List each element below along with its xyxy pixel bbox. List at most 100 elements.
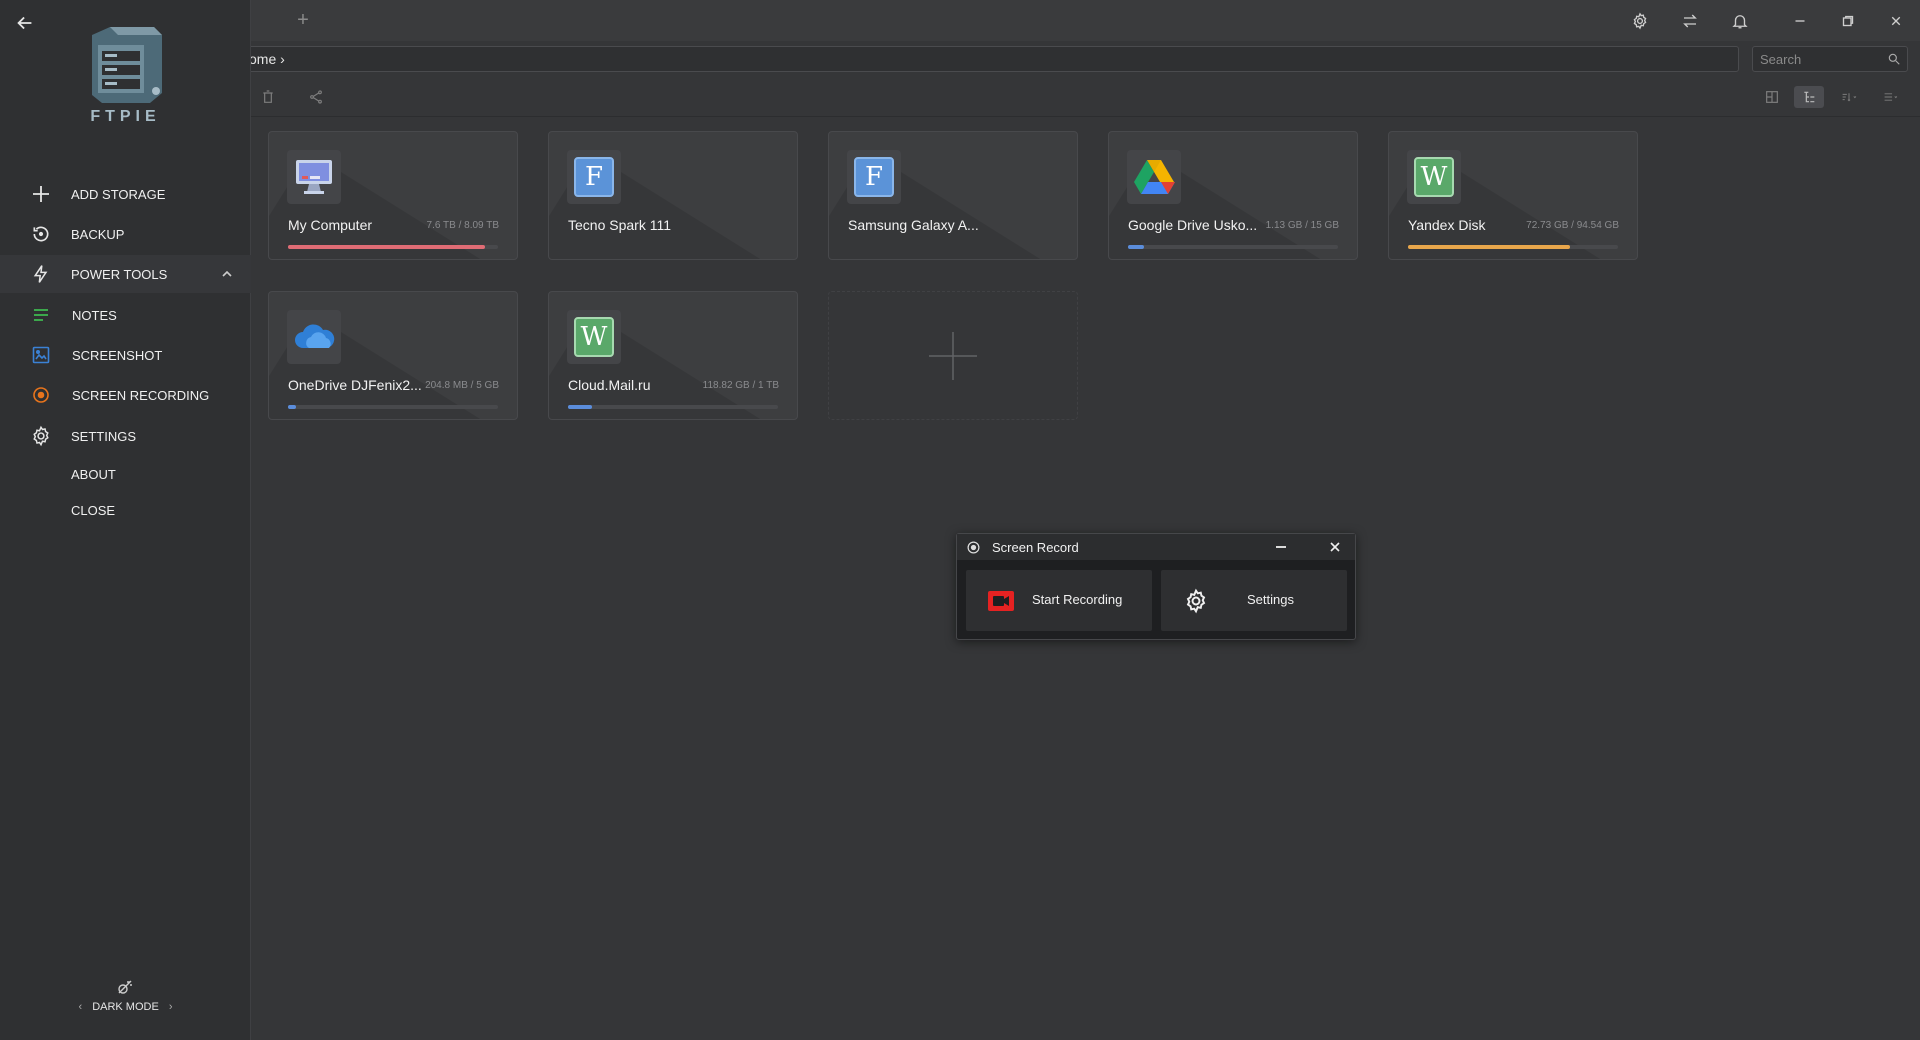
storage-card-cloud-mail[interactable]: W Cloud.Mail.ru 118.82 GB / 1 TB (548, 291, 798, 420)
start-recording-button[interactable]: Start Recording (966, 570, 1152, 631)
ftp-f-icon: F (567, 150, 621, 204)
ftpie-logo (92, 27, 162, 103)
screenshot-icon (30, 344, 52, 366)
chevron-left-icon[interactable]: ‹ (69, 1001, 93, 1013)
usage-bar-fill (568, 405, 593, 409)
usage-bar (1408, 245, 1618, 249)
storage-name: Google Drive Usko... (1128, 217, 1258, 233)
menu-about[interactable]: ABOUT (0, 455, 251, 493)
menu-label: ABOUT (71, 466, 116, 482)
record-icon (30, 384, 52, 406)
menu-screenshot[interactable]: SCREENSHOT (0, 336, 251, 374)
panel-layout-icon[interactable] (1761, 86, 1783, 108)
address-bar: ome › (0, 41, 1920, 77)
menu-label: SCREEN RECORDING (72, 387, 210, 403)
usage-bar-fill (288, 405, 297, 409)
restore-window-icon[interactable] (1835, 8, 1861, 34)
gear-icon (1186, 588, 1206, 614)
storage-size: 204.8 MB / 5 GB (425, 380, 499, 391)
menu-backup[interactable]: BACKUP (0, 215, 251, 253)
menu-label: CLOSE (71, 502, 116, 518)
storage-name: OneDrive DJFenix2... (288, 377, 422, 393)
video-camera-icon (988, 591, 1014, 611)
dark-mode-icon (118, 980, 132, 994)
usage-bar (288, 405, 498, 409)
settings-label: Settings (1247, 592, 1294, 607)
usage-bar (1128, 245, 1338, 249)
plus-icon (929, 332, 977, 380)
dialog-header: Screen Record (957, 534, 1355, 560)
add-storage-card[interactable] (828, 291, 1078, 420)
storage-size: 1.13 GB / 15 GB (1265, 220, 1339, 231)
minimize-window-icon[interactable] (1787, 8, 1813, 34)
lightning-icon (30, 263, 52, 285)
record-icon (967, 541, 980, 554)
back-arrow-icon[interactable] (14, 12, 36, 34)
notes-icon (30, 304, 52, 326)
screen-record-dialog: Screen Record Start Recording Settings (956, 533, 1356, 640)
menu-label: BACKUP (71, 226, 125, 242)
storage-name: Cloud.Mail.ru (568, 377, 651, 393)
storage-card-samsung-galaxy[interactable]: F Samsung Galaxy A... (828, 131, 1078, 260)
minimize-icon[interactable] (1273, 538, 1289, 556)
view-mode-icon[interactable] (1876, 86, 1906, 108)
sidebar: FTPIE ADD STORAGE BACKUP POWER TOOLS NOT… (0, 0, 251, 1040)
search-input[interactable] (1753, 47, 1883, 71)
breadcrumb[interactable]: ome › (242, 46, 1739, 72)
menu-settings[interactable]: SETTINGS (0, 417, 251, 455)
storage-size: 118.82 GB / 1 TB (702, 380, 779, 391)
recording-settings-button[interactable]: Settings (1161, 570, 1347, 631)
storage-card-my-computer[interactable]: My Computer 7.6 TB / 8.09 TB (268, 131, 518, 260)
menu-notes[interactable]: NOTES (0, 296, 251, 334)
usage-bar-fill (1408, 245, 1570, 249)
usage-bar (288, 245, 498, 249)
menu-add-storage[interactable]: ADD STORAGE (0, 175, 251, 213)
delete-icon[interactable] (257, 86, 279, 108)
storage-card-tecno-spark[interactable]: F Tecno Spark 111 (548, 131, 798, 260)
usage-bar (568, 405, 778, 409)
transfer-icon[interactable] (1677, 8, 1703, 34)
webdav-w-icon: W (567, 310, 621, 364)
logo-text: FTPIE (90, 108, 161, 125)
google-drive-icon (1127, 150, 1181, 204)
storage-name: Yandex Disk (1408, 217, 1486, 233)
notification-bell-icon[interactable] (1727, 8, 1753, 34)
storage-size: 7.6 TB / 8.09 TB (426, 220, 499, 231)
tree-view-icon[interactable] (1794, 86, 1824, 108)
plus-icon (30, 183, 52, 205)
usage-bar-fill (288, 245, 486, 249)
usage-bar-fill (1128, 245, 1144, 249)
menu-label: ADD STORAGE (71, 186, 166, 202)
storage-card-yandex-disk[interactable]: W Yandex Disk 72.73 GB / 94.54 GB (1388, 131, 1638, 260)
close-icon[interactable] (1327, 539, 1343, 555)
webdav-w-icon: W (1407, 150, 1461, 204)
new-tab-button[interactable]: + (292, 8, 314, 32)
storage-name: Samsung Galaxy A... (848, 217, 979, 233)
menu-label: POWER TOOLS (71, 266, 168, 282)
settings-gear-icon[interactable] (1627, 8, 1653, 34)
close-window-icon[interactable] (1883, 8, 1909, 34)
menu-close[interactable]: CLOSE (0, 491, 251, 529)
dark-mode-toggle[interactable]: ‹ DARK MODE › (0, 1001, 251, 1013)
search-icon[interactable] (1887, 52, 1901, 66)
title-bar: + (0, 0, 1920, 41)
dark-mode-label: DARK MODE (92, 1001, 159, 1013)
menu-label: SCREENSHOT (72, 347, 163, 363)
dialog-title: Screen Record (992, 540, 1079, 555)
sort-icon[interactable] (1834, 86, 1864, 108)
gear-icon (30, 425, 52, 447)
menu-power-tools[interactable]: POWER TOOLS (0, 255, 251, 293)
menu-screen-recording[interactable]: SCREEN RECORDING (0, 376, 251, 414)
menu-label: SETTINGS (71, 428, 137, 444)
share-icon[interactable] (305, 86, 327, 108)
backup-icon (30, 223, 52, 245)
storage-card-google-drive[interactable]: Google Drive Usko... 1.13 GB / 15 GB (1108, 131, 1358, 260)
chevron-up-icon[interactable] (221, 268, 233, 280)
search-box[interactable] (1752, 46, 1908, 72)
chevron-right-icon[interactable]: › (159, 1001, 183, 1013)
file-toolbar (0, 77, 1920, 117)
storage-size: 72.73 GB / 94.54 GB (1526, 220, 1619, 231)
storage-card-onedrive[interactable]: OneDrive DJFenix2... 204.8 MB / 5 GB (268, 291, 518, 420)
ftp-f-icon: F (847, 150, 901, 204)
menu-label: NOTES (72, 307, 117, 323)
